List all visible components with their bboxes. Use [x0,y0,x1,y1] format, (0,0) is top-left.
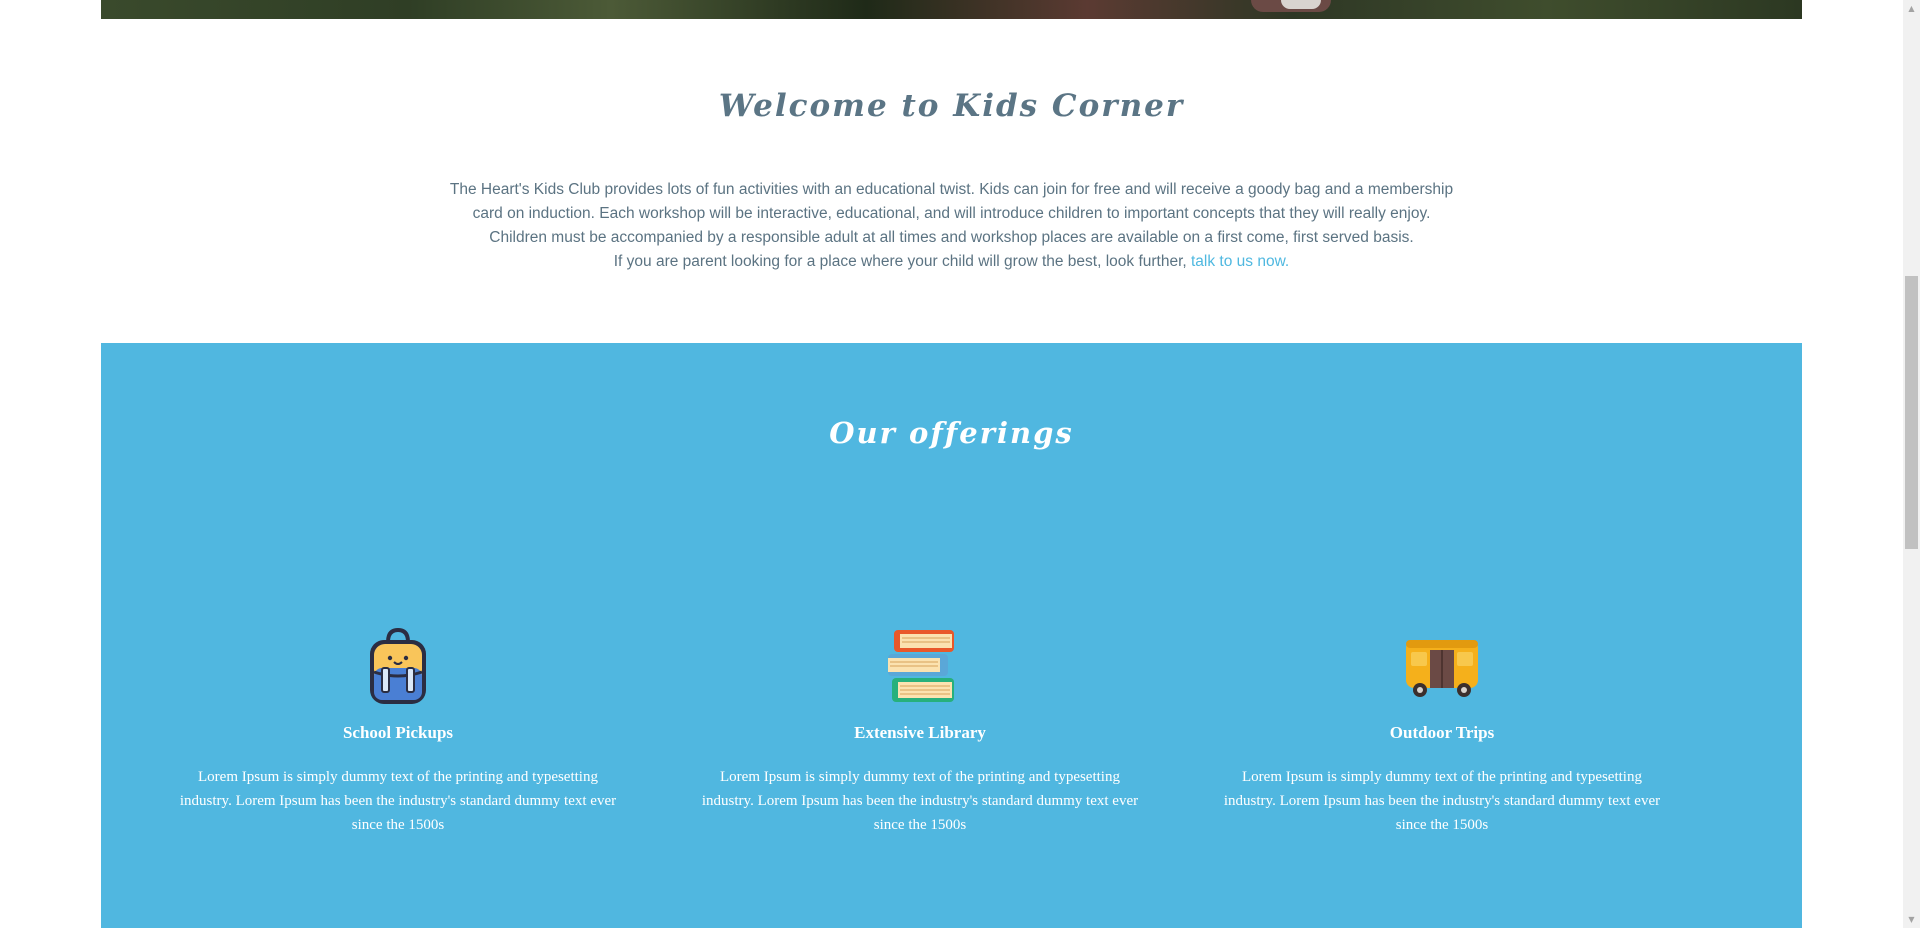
scrollbar-thumb[interactable] [1905,276,1918,549]
offerings-title: Our offerings [829,416,1074,450]
backpack-icon [370,627,426,704]
offering-text: Lorem Ipsum is simply dummy text of the … [1223,769,1661,833]
talk-to-us-link[interactable]: talk to us now. [1191,253,1289,270]
offering-text: Lorem Ipsum is simply dummy text of the … [701,769,1139,833]
offering-text: Lorem Ipsum is simply dummy text of the … [179,769,617,833]
offering-card-extensive-library: Extensive Library Lorem Ipsum is simply … [695,626,1145,837]
offerings-section: Our offerings School Pickups Lorem Ipsum… [101,343,1802,928]
books-icon [888,630,954,702]
page: Welcome to Kids Corner The Heart's Kids … [0,0,1903,928]
scroll-down-arrow-icon[interactable]: ▼ [1903,911,1920,928]
welcome-text-prefix: If you are parent looking for a place wh… [613,253,1191,270]
welcome-text-line: If you are parent looking for a place wh… [420,250,1483,274]
offering-title: School Pickups [342,723,454,742]
welcome-text-line: card on induction. Each workshop will be… [472,205,1431,222]
hero-image [101,0,1802,19]
bus-icon [1406,640,1478,697]
welcome-text-line: Children must be accompanied by a respon… [489,229,1414,246]
offering-title: Extensive Library [854,723,986,742]
offering-card-school-pickups: School Pickups Lorem Ipsum is simply dum… [173,626,623,837]
welcome-text-line: The Heart's Kids Club provides lots of f… [449,181,1454,198]
welcome-description: The Heart's Kids Club provides lots of f… [420,178,1483,274]
scroll-up-arrow-icon[interactable]: ▲ [1903,0,1920,17]
vertical-scrollbar[interactable]: ▲ ▼ [1903,0,1920,928]
offering-card-outdoor-trips: Outdoor Trips Lorem Ipsum is simply dumm… [1217,626,1667,837]
welcome-title: Welcome to Kids Corner [718,88,1185,124]
hero-image-detail [1281,0,1321,9]
offering-title: Outdoor Trips [1389,723,1495,742]
